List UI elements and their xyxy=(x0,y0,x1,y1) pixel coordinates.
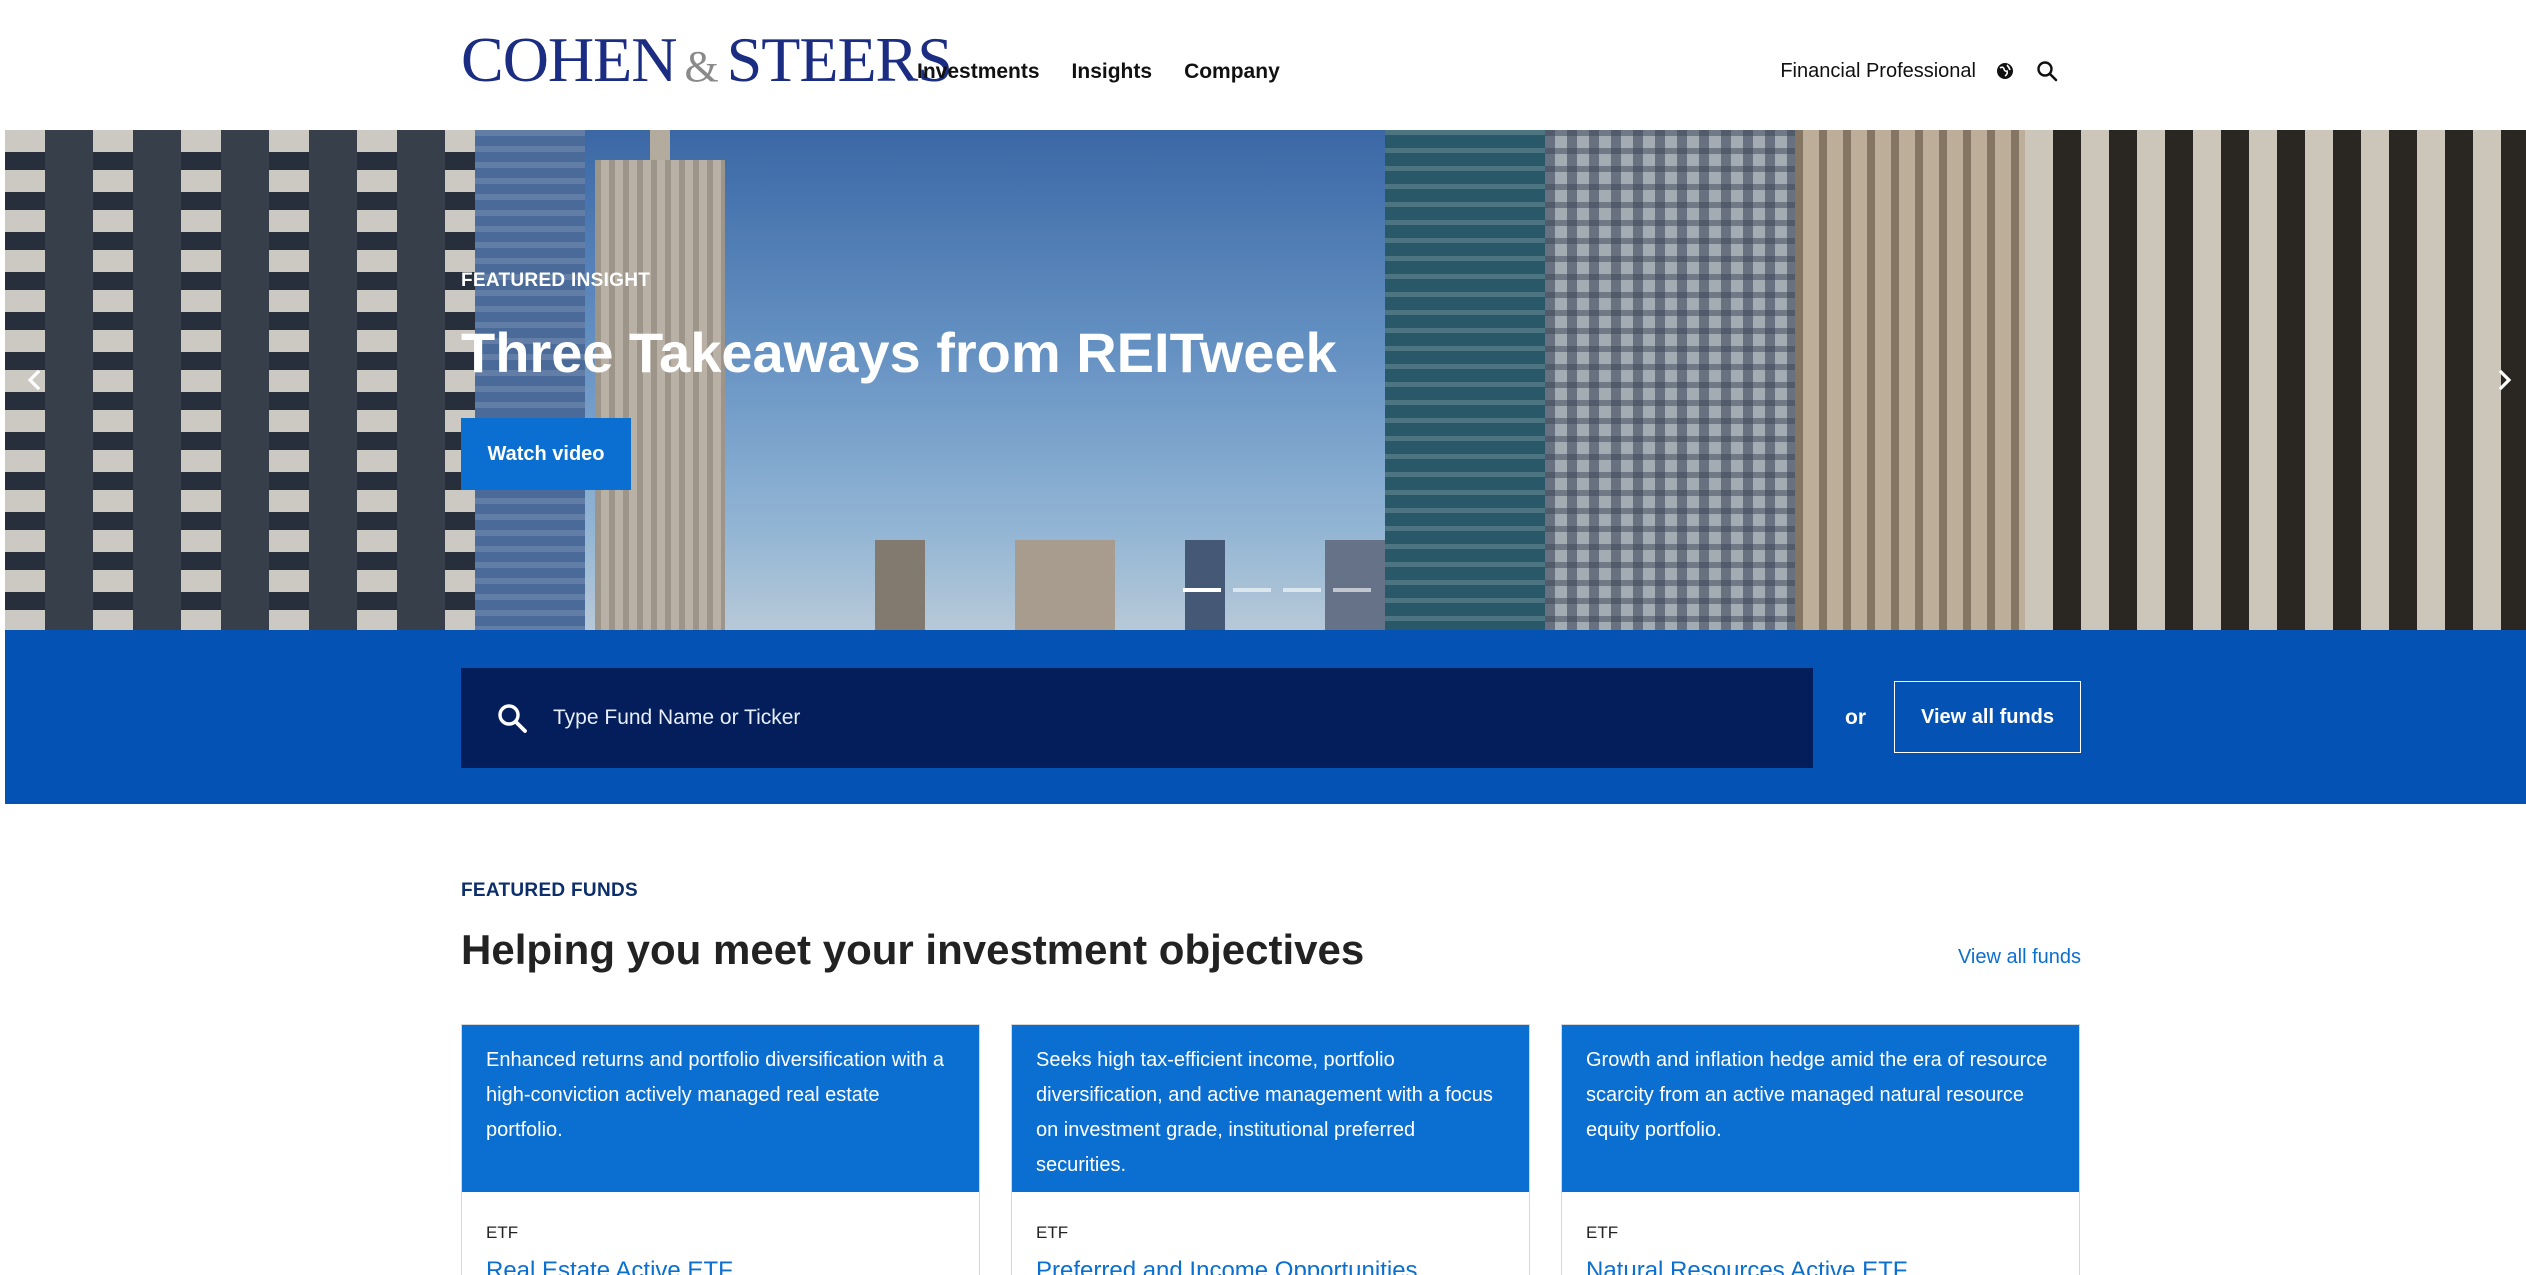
audience-selector[interactable]: Financial Professional xyxy=(1780,60,1976,83)
watch-video-button[interactable]: Watch video xyxy=(461,418,631,490)
carousel-indicators xyxy=(1183,588,1371,592)
fund-search-input[interactable]: Type Fund Name or Ticker xyxy=(461,668,1813,768)
nav-insights[interactable]: Insights xyxy=(1072,60,1153,84)
hero-eyebrow: FEATURED INSIGHT xyxy=(461,270,651,291)
fund-card-type: ETF xyxy=(486,1223,519,1242)
carousel-dot[interactable] xyxy=(1333,588,1371,592)
page: COHEN & STEERS Investments Insights Comp… xyxy=(5,0,2526,1275)
chevron-left-icon xyxy=(27,369,41,391)
hero-title[interactable]: Three Takeaways from REITweek xyxy=(461,320,1337,385)
chevron-right-icon xyxy=(2498,369,2512,391)
featured-funds-title: Helping you meet your investment objecti… xyxy=(461,926,1365,973)
cohen-steers-logo[interactable]: COHEN & STEERS xyxy=(461,24,953,95)
carousel-dot[interactable] xyxy=(1233,588,1271,592)
featured-funds-section: FEATURED FUNDS Helping you meet your inv… xyxy=(461,880,2081,1275)
carousel-next-button[interactable] xyxy=(2490,365,2520,395)
globe-icon[interactable] xyxy=(1992,58,2018,84)
fund-cards: Enhanced returns and portfolio diversifi… xyxy=(461,1024,2080,1275)
fund-card-description: Seeks high tax-efficient income, portfol… xyxy=(1012,1025,1529,1192)
fund-card-name[interactable]: Natural Resources Active ETF xyxy=(1586,1257,1907,1275)
search-icon[interactable] xyxy=(2034,58,2060,84)
fund-card-name[interactable]: Real Estate Active ETF xyxy=(486,1257,733,1275)
fund-card[interactable]: Enhanced returns and portfolio diversifi… xyxy=(461,1024,980,1275)
fund-card-type: ETF xyxy=(1036,1223,1069,1242)
header-utilities: Financial Professional xyxy=(1780,58,2060,84)
site-header: COHEN & STEERS Investments Insights Comp… xyxy=(5,0,2526,130)
view-all-funds-button[interactable]: View all funds xyxy=(1894,681,2081,753)
fund-card-description: Enhanced returns and portfolio diversifi… xyxy=(462,1025,979,1192)
featured-funds-eyebrow: FEATURED FUNDS xyxy=(461,880,638,901)
logo-ampersand: & xyxy=(684,42,719,91)
logo-text-cohen: COHEN xyxy=(461,24,677,95)
main-nav: Investments Insights Company xyxy=(917,60,1280,84)
nav-company[interactable]: Company xyxy=(1184,60,1280,84)
fund-search-band: Type Fund Name or Ticker or View all fun… xyxy=(5,630,2526,804)
fund-card-name[interactable]: Preferred and Income Opportunities xyxy=(1036,1257,1418,1275)
fund-card[interactable]: Seeks high tax-efficient income, portfol… xyxy=(1011,1024,1530,1275)
search-icon xyxy=(495,701,529,735)
fund-card-description: Growth and inflation hedge amid the era … xyxy=(1562,1025,2079,1192)
search-placeholder: Type Fund Name or Ticker xyxy=(553,706,801,729)
view-all-funds-link[interactable]: View all funds xyxy=(1958,946,2081,969)
or-label: or xyxy=(1845,706,1866,729)
hero-carousel: FEATURED INSIGHT Three Takeaways from RE… xyxy=(5,130,2526,630)
carousel-prev-button[interactable] xyxy=(19,365,49,395)
fund-card-type: ETF xyxy=(1586,1223,1619,1242)
carousel-dot[interactable] xyxy=(1283,588,1321,592)
nav-investments[interactable]: Investments xyxy=(917,60,1040,84)
fund-card[interactable]: Growth and inflation hedge amid the era … xyxy=(1561,1024,2080,1275)
carousel-dot[interactable] xyxy=(1183,588,1221,592)
